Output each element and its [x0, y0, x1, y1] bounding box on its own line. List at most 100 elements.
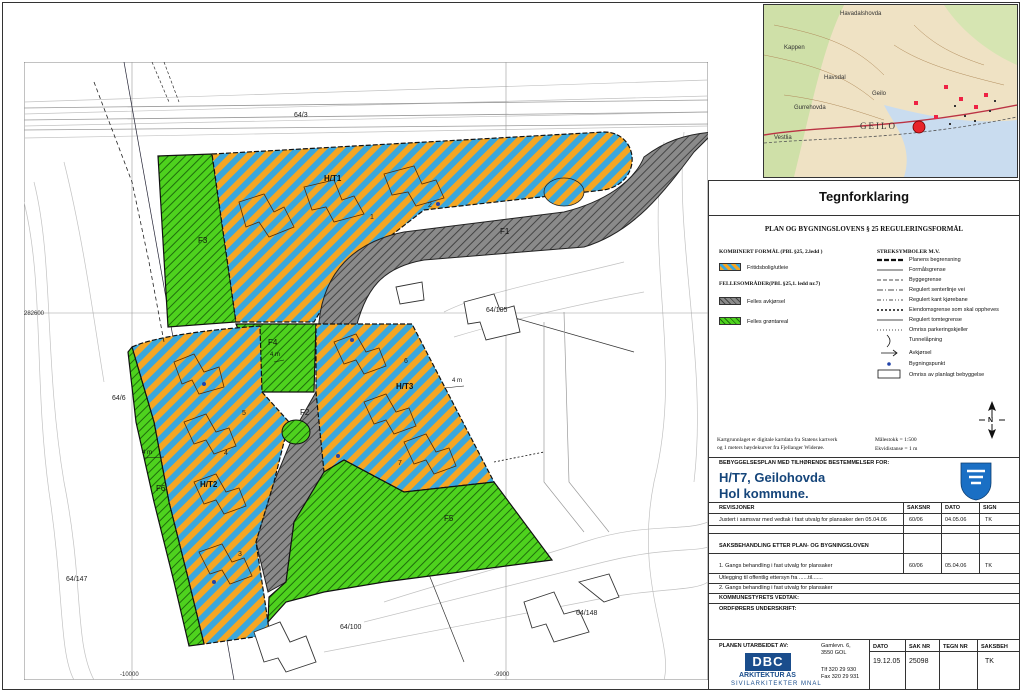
zone-label-f3: F3: [198, 236, 208, 245]
col-saksnr: SAKSNR: [907, 505, 931, 511]
locator-map[interactable]: Havadalshovda Geilo GEILO Kappen Gurreho…: [763, 4, 1018, 178]
divider: [979, 502, 980, 574]
legend-item: Regulert senterlinje vei: [909, 287, 965, 293]
legend-item: Bygningspunkt: [909, 361, 946, 367]
bebyg-heading: BEBYGGELSESPLAN MED TILHØRENDE BESTEMMEL…: [719, 460, 890, 466]
locator-label: Geilo: [872, 91, 887, 97]
revision-dato: 04.05.06: [945, 517, 967, 523]
divider: [939, 639, 940, 689]
parcel-label: 64/148: [576, 610, 598, 617]
locator-label: GEILO: [860, 121, 897, 131]
company-name: ARKITEKTUR AS: [739, 672, 796, 679]
legend-item: Felles avkjørsel: [747, 299, 786, 305]
divider: [903, 502, 904, 574]
revision-text: Justert i samsvar med vedtak i fast utva…: [719, 517, 887, 523]
locator-label: Vestlia: [774, 135, 792, 141]
dimension-label: 4 m: [270, 352, 281, 358]
line-symbols: [877, 258, 903, 379]
legend-item: Eiendomsgrense som skal oppheves: [909, 307, 999, 313]
company-address: Gamlevn. 6,: [821, 643, 851, 649]
divider: [905, 639, 906, 689]
dimension-label: 4 m: [452, 378, 463, 384]
zone-label-f4: F4: [268, 338, 278, 347]
col-saksbeh: SAKSBEH: [981, 644, 1008, 650]
legend-title: Tegnforklaring: [818, 189, 910, 204]
plan-saksbeh: TK: [985, 658, 994, 665]
regulation-map[interactable]: 282600 -10000 -9900 64/3 64/6 64/105 64/…: [23, 61, 716, 681]
plot-number: 4: [224, 450, 228, 457]
divider: [709, 639, 1019, 640]
locator-label: Kappen: [784, 45, 805, 51]
col-dato: DATO: [873, 644, 889, 650]
plot-number: 7: [398, 460, 402, 467]
legend-item: Avkjørsel: [909, 350, 932, 356]
company-address: 3550 GOL: [821, 650, 847, 656]
divider: [941, 502, 942, 574]
col-sign: SIGN: [983, 505, 997, 511]
map-source-note: Kartgrunnlaget er digitale kartdata fra …: [717, 437, 838, 443]
parcel-label: 64/147: [66, 576, 88, 583]
parcel-label: 64/3: [294, 112, 308, 119]
saks-row-text: 1. Gangs behandling i fast utvalg for pl…: [719, 563, 833, 569]
saks-row-text: 2. Gangs behandling i fast utvalg for pl…: [719, 585, 833, 591]
plot-number: 5: [242, 410, 246, 417]
divider: [709, 215, 1019, 216]
saksbehandling-heading: SAKSBEHANDLING ETTER PLAN- OG BYGNINGSLO…: [719, 543, 869, 549]
plot-number: 2: [428, 202, 432, 209]
legend-item: Regulert kant kjørebane: [909, 297, 968, 303]
revisjoner-heading: REVISJONER: [719, 505, 755, 511]
legend-item: Planens begrensning: [909, 257, 961, 263]
col-tegnnr: TEGN NR: [943, 644, 968, 650]
divider: [709, 457, 1019, 458]
ordforer-heading: ORDFØRERS UNDERSKRIFT:: [719, 606, 797, 612]
divider: [709, 603, 1019, 604]
dimension-label: 4 m: [142, 450, 153, 456]
plan-date: 19.12.05: [873, 658, 901, 665]
plan-saknr: 25098: [909, 658, 929, 665]
north-label: N: [988, 417, 994, 424]
swatch-fritidsbolig: [719, 263, 741, 271]
parcel-label: 64/100: [340, 624, 362, 631]
parcel-label: 64/105: [486, 307, 508, 314]
felles-heading: FELLESOMRÅDER(PBL §25,1. ledd nr.7): [719, 281, 821, 287]
divider: [709, 573, 1019, 574]
divider: [709, 513, 1019, 514]
locator-svg: [764, 5, 1017, 177]
zone-label-f1: F1: [500, 227, 510, 236]
coord-east-left: -10000: [120, 672, 139, 678]
zone-label-f5: F5: [444, 514, 454, 523]
legend-item: Formålsgrense: [909, 267, 946, 273]
company-logo: DBC: [745, 653, 791, 671]
legend-item: Omriss parkeringskjeller: [909, 327, 968, 333]
zone-label-ht3: H/T3: [396, 382, 414, 391]
plot-number: 1: [370, 214, 374, 221]
locator-label: Havadalshovda: [840, 11, 882, 17]
revision-sign: TK: [985, 517, 993, 523]
locator-label: Havsdal: [824, 75, 846, 81]
swatch-felles-avkjorsel: [719, 297, 741, 305]
kombinert-heading: KOMBINERT FORMÅL (PBL §25, 2.ledd ): [719, 249, 823, 255]
zone-label-ht1: H/T1: [324, 174, 342, 183]
divider: [869, 639, 870, 689]
divider: [709, 593, 1019, 594]
company-fax: Fax 320 29 931: [821, 674, 860, 680]
plot-number: 6: [404, 358, 408, 365]
divider: [709, 583, 1019, 584]
legend-item: Tunnelåpning: [909, 337, 943, 343]
divider: [709, 553, 1019, 554]
legend-item: Omriss av planlagt bebyggelse: [909, 372, 985, 378]
divider: [869, 651, 1019, 652]
map-svg: [23, 61, 716, 681]
divider: [709, 533, 1019, 534]
revision-saksnr: 60/06: [909, 517, 923, 523]
kommunestyret-heading: KOMMUNESTYRETS VEDTAK:: [719, 595, 799, 601]
zone-label-ht2: H/T2: [200, 480, 218, 489]
coat-of-arms-icon: [960, 462, 992, 501]
col-saknr: SAK NR: [909, 644, 931, 650]
parcel-label: 64/6: [112, 395, 126, 402]
zone-label-f6: F6: [156, 484, 166, 493]
legend-item: Fritidsbolig/utleie: [747, 265, 789, 271]
swatch-felles-grontareal: [719, 317, 741, 325]
legend-item: Felles grøntareal: [747, 319, 789, 325]
location-marker: [912, 120, 926, 134]
